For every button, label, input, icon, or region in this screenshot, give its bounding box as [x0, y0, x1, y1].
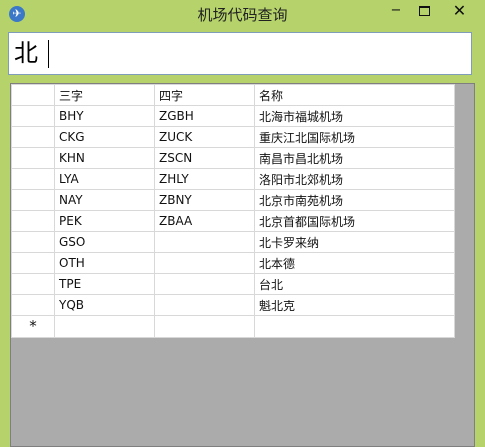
- minimize-button[interactable]: −: [382, 2, 410, 20]
- cell-name[interactable]: 北本德: [254, 252, 455, 274]
- cell-three-letter[interactable]: CKG: [54, 126, 155, 148]
- title-bar[interactable]: ✈ 机场代码查询 − ✕: [0, 0, 485, 28]
- cell-name[interactable]: 北京市南苑机场: [254, 189, 455, 211]
- close-icon: ✕: [452, 1, 467, 20]
- app-window: ✈ 机场代码查询 − ✕ 北 三字 四字 名称 BHY ZGBH 北海市福城机场…: [0, 0, 485, 447]
- cell-four-letter[interactable]: ZBAA: [154, 210, 255, 232]
- cell-name[interactable]: 北卡罗来纳: [254, 231, 455, 253]
- table-row[interactable]: LYA ZHLY 洛阳市北郊机场: [11, 168, 455, 190]
- cell-name[interactable]: 洛阳市北郊机场: [254, 168, 455, 190]
- table-row[interactable]: YQB 魁北克: [11, 294, 455, 316]
- cell-four-letter[interactable]: [154, 294, 255, 316]
- cell-four-letter[interactable]: ZGBH: [154, 105, 255, 127]
- table-row[interactable]: OTH 北本德: [11, 252, 455, 274]
- new-row[interactable]: *: [11, 315, 455, 338]
- cell-three-letter[interactable]: GSO: [54, 231, 155, 253]
- cell-name[interactable]: 北京首都国际机场: [254, 210, 455, 232]
- cell-four-letter[interactable]: ZBNY: [154, 189, 255, 211]
- header-row: 三字 四字 名称: [11, 84, 455, 106]
- table-row[interactable]: TPE 台北: [11, 273, 455, 295]
- cell-four-letter[interactable]: ZSCN: [154, 147, 255, 169]
- corner-header[interactable]: [11, 84, 55, 106]
- new-row-marker[interactable]: *: [11, 315, 55, 338]
- row-header[interactable]: [11, 147, 55, 169]
- cell-four-letter[interactable]: [154, 273, 255, 295]
- cell-name[interactable]: 重庆江北国际机场: [254, 126, 455, 148]
- table-row[interactable]: GSO 北卡罗来纳: [11, 231, 455, 253]
- column-header-three-letter[interactable]: 三字: [54, 84, 155, 106]
- table-row[interactable]: PEK ZBAA 北京首都国际机场: [11, 210, 455, 232]
- cell-three-letter[interactable]: BHY: [54, 105, 155, 127]
- search-input[interactable]: 北: [8, 32, 472, 75]
- cell-three-letter[interactable]: KHN: [54, 147, 155, 169]
- column-header-four-letter[interactable]: 四字: [154, 84, 255, 106]
- cell-name[interactable]: 台北: [254, 273, 455, 295]
- row-header[interactable]: [11, 252, 55, 274]
- close-button[interactable]: ✕: [437, 2, 482, 20]
- row-header[interactable]: [11, 189, 55, 211]
- cell-three-letter[interactable]: PEK: [54, 210, 155, 232]
- cell-three-letter[interactable]: LYA: [54, 168, 155, 190]
- row-header[interactable]: [11, 231, 55, 253]
- cell-four-letter[interactable]: ZHLY: [154, 168, 255, 190]
- row-header[interactable]: [11, 126, 55, 148]
- cell-three-letter[interactable]: [54, 315, 155, 338]
- cell-four-letter[interactable]: [154, 315, 255, 338]
- minimize-icon: −: [390, 3, 402, 18]
- table-row[interactable]: KHN ZSCN 南昌市昌北机场: [11, 147, 455, 169]
- cell-three-letter[interactable]: YQB: [54, 294, 155, 316]
- table-row[interactable]: NAY ZBNY 北京市南苑机场: [11, 189, 455, 211]
- text-caret: [48, 40, 49, 68]
- cell-name[interactable]: [254, 315, 455, 338]
- table-row[interactable]: CKG ZUCK 重庆江北国际机场: [11, 126, 455, 148]
- cell-three-letter[interactable]: NAY: [54, 189, 155, 211]
- maximize-button[interactable]: [410, 2, 438, 20]
- results-grid[interactable]: 三字 四字 名称 BHY ZGBH 北海市福城机场 CKG ZUCK 重庆江北国…: [10, 83, 475, 447]
- column-header-name[interactable]: 名称: [254, 84, 455, 106]
- row-header[interactable]: [11, 168, 55, 190]
- search-input-value: 北: [14, 39, 38, 67]
- cell-name[interactable]: 南昌市昌北机场: [254, 147, 455, 169]
- row-header[interactable]: [11, 210, 55, 232]
- table-row[interactable]: BHY ZGBH 北海市福城机场: [11, 105, 455, 127]
- cell-four-letter[interactable]: ZUCK: [154, 126, 255, 148]
- cell-four-letter[interactable]: [154, 231, 255, 253]
- row-header[interactable]: [11, 105, 55, 127]
- cell-four-letter[interactable]: [154, 252, 255, 274]
- maximize-icon: [418, 5, 430, 16]
- row-header[interactable]: [11, 273, 55, 295]
- cell-name[interactable]: 北海市福城机场: [254, 105, 455, 127]
- results-table: 三字 四字 名称 BHY ZGBH 北海市福城机场 CKG ZUCK 重庆江北国…: [11, 84, 455, 338]
- row-header[interactable]: [11, 294, 55, 316]
- cell-three-letter[interactable]: OTH: [54, 252, 155, 274]
- cell-name[interactable]: 魁北克: [254, 294, 455, 316]
- cell-three-letter[interactable]: TPE: [54, 273, 155, 295]
